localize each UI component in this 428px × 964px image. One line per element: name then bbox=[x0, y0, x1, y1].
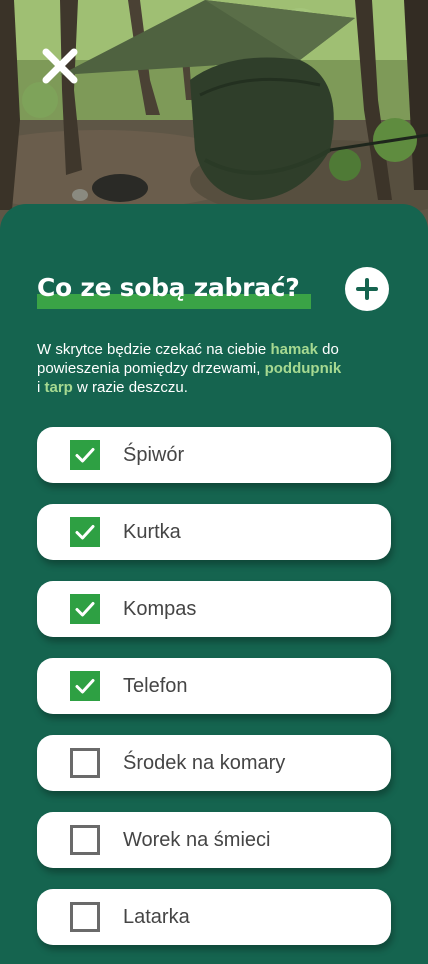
desc-text-3: i bbox=[37, 379, 45, 396]
checklist-item-label: Telefon bbox=[123, 675, 188, 697]
checkmark-icon bbox=[75, 525, 95, 540]
close-icon bbox=[42, 48, 78, 84]
checklist-item-label: Śpiwór bbox=[123, 444, 185, 466]
checkmark-icon bbox=[75, 448, 95, 463]
checklist-item-kurtka[interactable]: Kurtka bbox=[37, 504, 391, 560]
add-item-button[interactable] bbox=[345, 267, 389, 311]
checklist-item-label: Worek na śmieci bbox=[123, 829, 271, 851]
highlight-poddupnik: poddupnik bbox=[264, 360, 342, 377]
checkbox[interactable] bbox=[70, 594, 100, 624]
checklist-item-spiwor[interactable]: Śpiwór bbox=[37, 427, 391, 483]
desc-text-4: w razie deszczu. bbox=[72, 379, 188, 396]
checkbox[interactable] bbox=[70, 902, 100, 932]
checkmark-icon bbox=[75, 602, 95, 617]
checklist-item-label: Latarka bbox=[123, 906, 190, 928]
highlight-hamak: hamak bbox=[270, 341, 318, 358]
checkbox[interactable] bbox=[70, 440, 100, 470]
checkbox[interactable] bbox=[70, 671, 100, 701]
close-button[interactable] bbox=[40, 46, 80, 86]
desc-text-1: W skrytce będzie czekać na ciebie bbox=[37, 341, 271, 358]
checklist-item-label: Środek na komary bbox=[123, 752, 286, 774]
checklist-item-telefon[interactable]: Telefon bbox=[37, 658, 391, 714]
section-header: Co ze sobą zabrać? bbox=[37, 268, 311, 312]
checklist-item-label: Kompas bbox=[123, 598, 197, 620]
checkbox[interactable] bbox=[70, 517, 100, 547]
section-title: Co ze sobą zabrać? bbox=[37, 273, 300, 302]
checklist-item-kompas[interactable]: Kompas bbox=[37, 581, 391, 637]
checklist-item-label: Kurtka bbox=[123, 521, 181, 543]
hammock-photo-illustration bbox=[0, 0, 428, 230]
checklist-item-srodek-na-komary[interactable]: Środek na komary bbox=[37, 735, 391, 791]
checkmark-icon bbox=[75, 679, 95, 694]
checkbox[interactable] bbox=[70, 825, 100, 855]
checkbox[interactable] bbox=[70, 748, 100, 778]
checklist-item-latarka[interactable]: Latarka bbox=[37, 889, 391, 945]
section-description: W skrytce będzie czekać na ciebie hamak … bbox=[37, 340, 367, 397]
checklist-item-worek-na-smieci[interactable]: Worek na śmieci bbox=[37, 812, 391, 868]
hero-photo bbox=[0, 0, 428, 230]
highlight-tarp: tarp bbox=[44, 379, 73, 396]
